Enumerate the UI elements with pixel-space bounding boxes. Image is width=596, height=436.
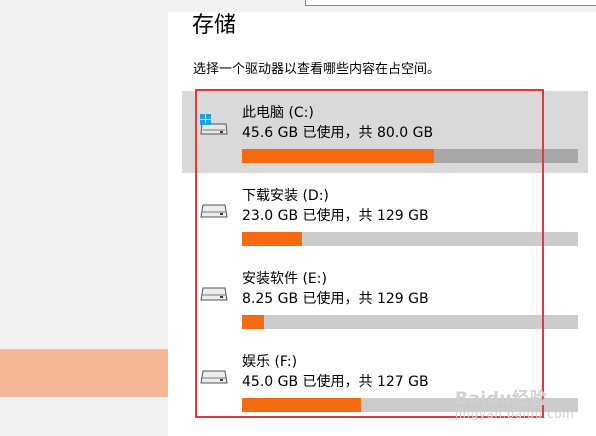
drive-name: 下载安装 (D:) — [242, 188, 329, 204]
usage-bar — [242, 315, 578, 329]
drive-item-d[interactable]: 下载安装 (D:) 23.0 GB 已使用，共 129 GB — [182, 174, 588, 256]
usage-bar-fill — [242, 315, 264, 329]
drive-icon — [200, 370, 228, 384]
drive-usage: 45.0 GB 已使用，共 127 GB — [242, 374, 429, 390]
drive-name: 此电脑 (C:) — [242, 105, 314, 121]
system-drive-icon — [200, 114, 228, 135]
watermark-sub: jingyan.baidu.com — [455, 407, 575, 421]
drive-name: 安装软件 (E:) — [242, 271, 327, 287]
watermark-text: Baidu经验 — [455, 389, 548, 409]
sidebar-item-selected[interactable] — [0, 349, 168, 397]
page-subtitle: 选择一个驱动器以查看哪些内容在占空间。 — [193, 62, 441, 77]
drive-name: 娱乐 (F:) — [242, 354, 298, 370]
usage-bar-fill — [242, 232, 302, 246]
search-box[interactable] — [305, 0, 596, 6]
watermark: Baidu经验 jingyan.baidu.com — [455, 384, 574, 421]
usage-bar — [242, 232, 578, 246]
drive-icon — [200, 287, 228, 301]
usage-bar-fill — [242, 149, 434, 163]
drive-item-e[interactable]: 安装软件 (E:) 8.25 GB 已使用，共 129 GB — [182, 257, 588, 339]
page-title: 存储 — [192, 13, 237, 38]
usage-bar-fill — [242, 398, 361, 412]
drive-item-c[interactable]: 此电脑 (C:) 45.6 GB 已使用，共 80.0 GB — [182, 91, 588, 173]
drive-usage: 8.25 GB 已使用，共 129 GB — [242, 291, 429, 307]
usage-bar — [242, 149, 578, 163]
drive-usage: 45.6 GB 已使用，共 80.0 GB — [242, 125, 434, 141]
drive-usage: 23.0 GB 已使用，共 129 GB — [242, 208, 429, 224]
drive-icon — [200, 204, 228, 218]
